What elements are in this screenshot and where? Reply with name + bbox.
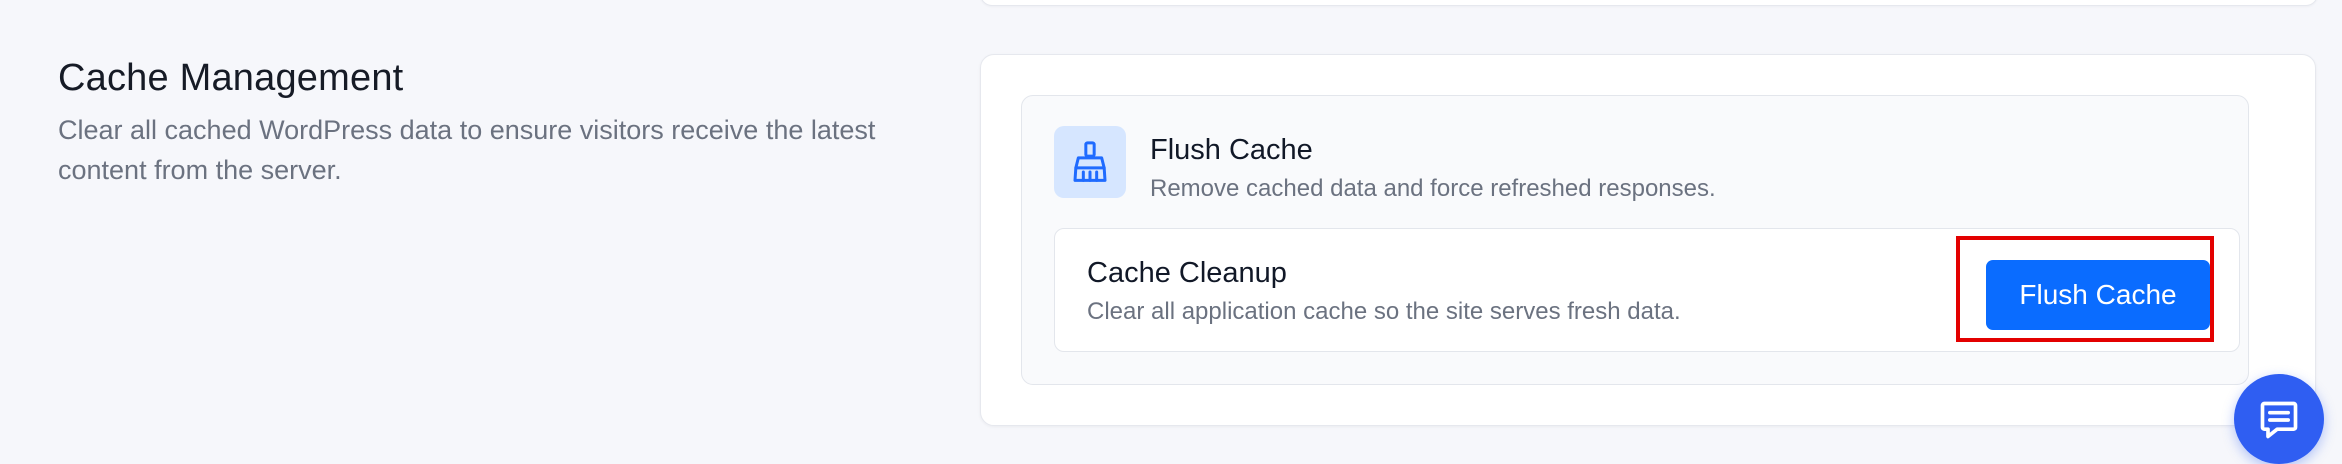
flush-cache-panel: Flush Cache Remove cached data and force… [1021, 95, 2249, 385]
section-title: Cache Management [58, 57, 404, 99]
section-description: Clear all cached WordPress data to ensur… [58, 115, 876, 185]
flush-cache-button[interactable]: Flush Cache [1986, 260, 2210, 330]
panel-description: Remove cached data and force refreshed r… [1150, 175, 1716, 202]
cache-card: Flush Cache Remove cached data and force… [980, 54, 2316, 426]
chat-button[interactable] [2234, 374, 2324, 464]
previous-card [980, 0, 2318, 6]
row-title: Cache Cleanup [1087, 257, 1287, 289]
cache-cleanup-row: Cache Cleanup Clear all application cach… [1054, 228, 2240, 352]
row-description: Clear all application cache so the site … [1087, 298, 1681, 325]
section-info: Cache Management Clear all cached WordPr… [58, 54, 958, 190]
chat-icon [2260, 401, 2298, 439]
broom-icon [1054, 126, 1126, 198]
highlight-box: Flush Cache [1956, 236, 2214, 342]
panel-title: Flush Cache [1150, 134, 1313, 166]
